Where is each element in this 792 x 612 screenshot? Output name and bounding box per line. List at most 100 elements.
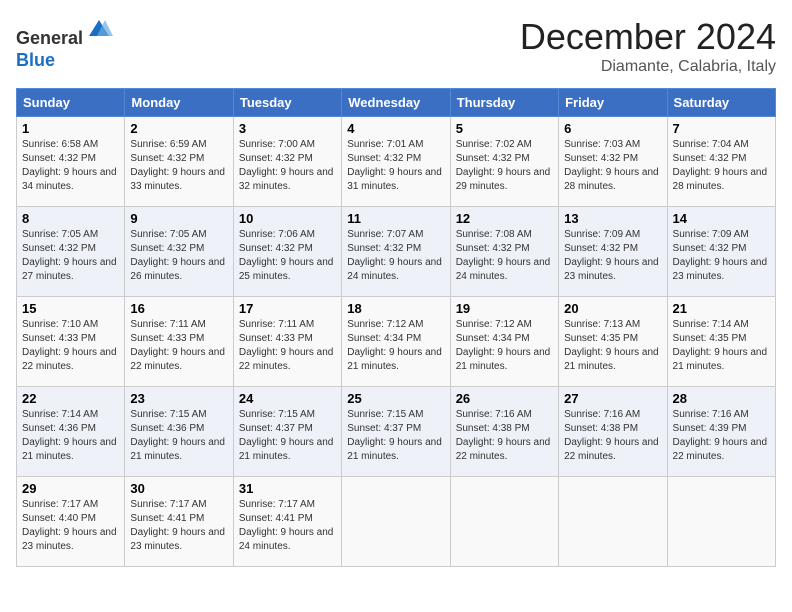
day-number: 24: [239, 391, 336, 406]
day-detail: Sunrise: 7:15 AM Sunset: 4:37 PM Dayligh…: [239, 408, 336, 464]
calendar-cell: 25 Sunrise: 7:15 AM Sunset: 4:37 PM Dayl…: [342, 387, 450, 477]
day-number: 19: [456, 301, 553, 316]
day-detail: Sunrise: 7:14 AM Sunset: 4:35 PM Dayligh…: [673, 318, 770, 374]
calendar-cell: 20 Sunrise: 7:13 AM Sunset: 4:35 PM Dayl…: [559, 297, 667, 387]
day-number: 12: [456, 211, 553, 226]
calendar-cell: 13 Sunrise: 7:09 AM Sunset: 4:32 PM Dayl…: [559, 207, 667, 297]
calendar-cell: 16 Sunrise: 7:11 AM Sunset: 4:33 PM Dayl…: [125, 297, 233, 387]
day-detail: Sunrise: 6:59 AM Sunset: 4:32 PM Dayligh…: [130, 138, 227, 194]
calendar-cell: [559, 477, 667, 567]
header-saturday: Saturday: [667, 89, 775, 117]
day-detail: Sunrise: 7:06 AM Sunset: 4:32 PM Dayligh…: [239, 228, 336, 284]
day-number: 15: [22, 301, 119, 316]
day-number: 9: [130, 211, 227, 226]
day-detail: Sunrise: 7:02 AM Sunset: 4:32 PM Dayligh…: [456, 138, 553, 194]
day-detail: Sunrise: 6:58 AM Sunset: 4:32 PM Dayligh…: [22, 138, 119, 194]
day-detail: Sunrise: 7:09 AM Sunset: 4:32 PM Dayligh…: [673, 228, 770, 284]
calendar-cell: 24 Sunrise: 7:15 AM Sunset: 4:37 PM Dayl…: [233, 387, 341, 477]
day-detail: Sunrise: 7:01 AM Sunset: 4:32 PM Dayligh…: [347, 138, 444, 194]
title-block: December 2024 Diamante, Calabria, Italy: [520, 16, 776, 76]
day-detail: Sunrise: 7:16 AM Sunset: 4:38 PM Dayligh…: [456, 408, 553, 464]
day-number: 6: [564, 121, 661, 136]
calendar-week-row: 15 Sunrise: 7:10 AM Sunset: 4:33 PM Dayl…: [17, 297, 776, 387]
header-tuesday: Tuesday: [233, 89, 341, 117]
calendar-cell: 18 Sunrise: 7:12 AM Sunset: 4:34 PM Dayl…: [342, 297, 450, 387]
calendar-cell: 23 Sunrise: 7:15 AM Sunset: 4:36 PM Dayl…: [125, 387, 233, 477]
calendar-week-row: 22 Sunrise: 7:14 AM Sunset: 4:36 PM Dayl…: [17, 387, 776, 477]
calendar-cell: 19 Sunrise: 7:12 AM Sunset: 4:34 PM Dayl…: [450, 297, 558, 387]
day-detail: Sunrise: 7:00 AM Sunset: 4:32 PM Dayligh…: [239, 138, 336, 194]
day-number: 29: [22, 481, 119, 496]
calendar-cell: [450, 477, 558, 567]
day-number: 1: [22, 121, 119, 136]
day-detail: Sunrise: 7:17 AM Sunset: 4:41 PM Dayligh…: [130, 498, 227, 554]
day-detail: Sunrise: 7:16 AM Sunset: 4:39 PM Dayligh…: [673, 408, 770, 464]
calendar-cell: 21 Sunrise: 7:14 AM Sunset: 4:35 PM Dayl…: [667, 297, 775, 387]
calendar-cell: 8 Sunrise: 7:05 AM Sunset: 4:32 PM Dayli…: [17, 207, 125, 297]
calendar-cell: 15 Sunrise: 7:10 AM Sunset: 4:33 PM Dayl…: [17, 297, 125, 387]
logo-general: General: [16, 28, 83, 48]
calendar-cell: 14 Sunrise: 7:09 AM Sunset: 4:32 PM Dayl…: [667, 207, 775, 297]
header-wednesday: Wednesday: [342, 89, 450, 117]
header-friday: Friday: [559, 89, 667, 117]
calendar-cell: 5 Sunrise: 7:02 AM Sunset: 4:32 PM Dayli…: [450, 117, 558, 207]
day-number: 30: [130, 481, 227, 496]
calendar-cell: 27 Sunrise: 7:16 AM Sunset: 4:38 PM Dayl…: [559, 387, 667, 477]
calendar-week-row: 29 Sunrise: 7:17 AM Sunset: 4:40 PM Dayl…: [17, 477, 776, 567]
day-number: 26: [456, 391, 553, 406]
day-number: 28: [673, 391, 770, 406]
calendar-cell: 4 Sunrise: 7:01 AM Sunset: 4:32 PM Dayli…: [342, 117, 450, 207]
calendar-cell: 17 Sunrise: 7:11 AM Sunset: 4:33 PM Dayl…: [233, 297, 341, 387]
day-detail: Sunrise: 7:14 AM Sunset: 4:36 PM Dayligh…: [22, 408, 119, 464]
header-thursday: Thursday: [450, 89, 558, 117]
calendar-cell: 10 Sunrise: 7:06 AM Sunset: 4:32 PM Dayl…: [233, 207, 341, 297]
day-number: 10: [239, 211, 336, 226]
day-detail: Sunrise: 7:15 AM Sunset: 4:37 PM Dayligh…: [347, 408, 444, 464]
day-number: 17: [239, 301, 336, 316]
calendar-week-row: 1 Sunrise: 6:58 AM Sunset: 4:32 PM Dayli…: [17, 117, 776, 207]
logo-blue: Blue: [16, 50, 55, 70]
day-number: 11: [347, 211, 444, 226]
day-detail: Sunrise: 7:16 AM Sunset: 4:38 PM Dayligh…: [564, 408, 661, 464]
calendar-cell: 29 Sunrise: 7:17 AM Sunset: 4:40 PM Dayl…: [17, 477, 125, 567]
day-number: 4: [347, 121, 444, 136]
calendar-cell: 1 Sunrise: 6:58 AM Sunset: 4:32 PM Dayli…: [17, 117, 125, 207]
day-number: 13: [564, 211, 661, 226]
day-detail: Sunrise: 7:05 AM Sunset: 4:32 PM Dayligh…: [130, 228, 227, 284]
header-sunday: Sunday: [17, 89, 125, 117]
day-number: 3: [239, 121, 336, 136]
calendar-cell: 2 Sunrise: 6:59 AM Sunset: 4:32 PM Dayli…: [125, 117, 233, 207]
calendar-cell: 31 Sunrise: 7:17 AM Sunset: 4:41 PM Dayl…: [233, 477, 341, 567]
month-title: December 2024: [520, 16, 776, 58]
day-detail: Sunrise: 7:10 AM Sunset: 4:33 PM Dayligh…: [22, 318, 119, 374]
day-number: 22: [22, 391, 119, 406]
day-detail: Sunrise: 7:09 AM Sunset: 4:32 PM Dayligh…: [564, 228, 661, 284]
calendar-week-row: 8 Sunrise: 7:05 AM Sunset: 4:32 PM Dayli…: [17, 207, 776, 297]
day-number: 16: [130, 301, 227, 316]
calendar-cell: [342, 477, 450, 567]
location: Diamante, Calabria, Italy: [520, 58, 776, 76]
day-detail: Sunrise: 7:11 AM Sunset: 4:33 PM Dayligh…: [130, 318, 227, 374]
day-detail: Sunrise: 7:17 AM Sunset: 4:40 PM Dayligh…: [22, 498, 119, 554]
day-number: 21: [673, 301, 770, 316]
calendar-cell: 12 Sunrise: 7:08 AM Sunset: 4:32 PM Dayl…: [450, 207, 558, 297]
calendar-cell: 22 Sunrise: 7:14 AM Sunset: 4:36 PM Dayl…: [17, 387, 125, 477]
day-number: 31: [239, 481, 336, 496]
day-number: 20: [564, 301, 661, 316]
calendar-cell: 28 Sunrise: 7:16 AM Sunset: 4:39 PM Dayl…: [667, 387, 775, 477]
weekday-header-row: Sunday Monday Tuesday Wednesday Thursday…: [17, 89, 776, 117]
calendar-cell: [667, 477, 775, 567]
day-number: 27: [564, 391, 661, 406]
day-detail: Sunrise: 7:03 AM Sunset: 4:32 PM Dayligh…: [564, 138, 661, 194]
day-detail: Sunrise: 7:05 AM Sunset: 4:32 PM Dayligh…: [22, 228, 119, 284]
day-detail: Sunrise: 7:04 AM Sunset: 4:32 PM Dayligh…: [673, 138, 770, 194]
calendar-table: Sunday Monday Tuesday Wednesday Thursday…: [16, 88, 776, 567]
calendar-cell: 3 Sunrise: 7:00 AM Sunset: 4:32 PM Dayli…: [233, 117, 341, 207]
day-number: 25: [347, 391, 444, 406]
day-number: 14: [673, 211, 770, 226]
page-header: General Blue December 2024 Diamante, Cal…: [16, 16, 776, 76]
calendar-cell: 9 Sunrise: 7:05 AM Sunset: 4:32 PM Dayli…: [125, 207, 233, 297]
day-detail: Sunrise: 7:12 AM Sunset: 4:34 PM Dayligh…: [347, 318, 444, 374]
day-detail: Sunrise: 7:13 AM Sunset: 4:35 PM Dayligh…: [564, 318, 661, 374]
logo-icon: [85, 16, 113, 44]
